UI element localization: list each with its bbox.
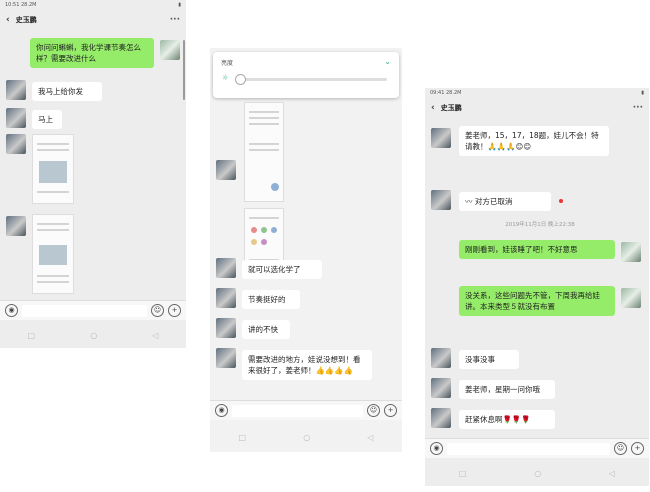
brightness-panel: 亮度 ⌄ ☼ [213,52,399,98]
battery-icon: ▮ [641,90,644,96]
call-cancelled-text: 〰 对方已取消 [465,197,513,206]
message-received[interactable]: 赶紧休息啊🌹🌹🌹 [459,410,555,429]
menu-icon[interactable]: □ [459,469,467,478]
message-sent[interactable]: 刚刚看到，娃该睡了吧！不好意思 [459,240,615,259]
contact-avatar[interactable] [6,134,26,154]
message-input[interactable] [447,442,610,455]
emoji-icon[interactable]: ☺ [367,404,380,417]
image-message[interactable] [32,214,74,294]
contact-avatar[interactable] [6,108,26,128]
plus-icon[interactable]: + [168,304,181,317]
home-icon[interactable]: ○ [534,469,541,478]
image-message[interactable] [244,102,284,202]
menu-icon[interactable]: □ [28,331,36,340]
system-nav-bar: □ ○ ◁ [210,426,402,448]
brightness-slider[interactable] [238,78,387,81]
contact-avatar[interactable] [216,258,236,278]
image-message[interactable] [32,134,74,204]
message-received[interactable]: 节奏挺好的 [242,290,300,309]
message-input[interactable] [232,404,363,417]
chat-screen-right: 09:41 28.2M ▮ ‹ 史玉鹏 ··· 姜老师，15，17，18题，娃儿… [425,88,649,486]
chat-screen-left: 10:51 28.2M ▮ ‹ 史玉鹏 ··· 你问问蝌蝌，我化学课节奏怎么样？… [0,0,186,348]
status-bar: 10:51 28.2M ▮ [0,0,186,10]
self-avatar[interactable] [160,40,180,60]
timestamp: 2019年11月1日 晚上22:38 [505,222,575,228]
battery-icon: ▮ [178,2,181,8]
status-bar: 09:41 28.2M ▮ [425,88,649,98]
more-options-button[interactable]: ··· [170,15,180,25]
chat-header: ‹ 史玉鹏 ··· [425,99,649,117]
contact-avatar[interactable] [431,408,451,428]
message-sent[interactable]: 你问问蝌蝌，我化学课节奏怎么样？需要改进什么 [30,38,154,68]
back-icon[interactable]: ‹ [6,15,10,25]
voice-icon[interactable]: ◉ [215,404,228,417]
emoji-icon[interactable]: ☺ [614,442,627,455]
back-nav-icon[interactable]: ◁ [152,331,158,340]
home-icon[interactable]: ○ [90,331,97,340]
back-nav-icon[interactable]: ◁ [367,433,373,442]
chevron-down-icon[interactable]: ⌄ [384,57,391,66]
contact-avatar[interactable] [431,128,451,148]
contact-avatar[interactable] [431,348,451,368]
message-received[interactable]: 姜老师，星期一问你哦 [459,380,555,399]
input-bar: ◉ ☺ + [0,300,186,320]
message-received[interactable]: 需要改进的地方，娃说没想到！看来很好了，姜老师！👍👍👍👍 [242,350,372,380]
input-bar: ◉ ☺ + [210,400,402,420]
contact-avatar[interactable] [431,190,451,210]
brightness-icon: ☼ [222,74,229,82]
emoji-icon[interactable]: ☺ [151,304,164,317]
message-received[interactable]: 马上 [32,110,62,129]
plus-icon[interactable]: + [631,442,644,455]
call-cancelled-message[interactable]: 〰 对方已取消 [459,192,551,211]
message-sent[interactable]: 没关系，这些问题先不管，下周我再给娃讲。本来类型５就没有布置 [459,286,615,316]
contact-avatar[interactable] [6,80,26,100]
plus-icon[interactable]: + [384,404,397,417]
scrollbar[interactable] [183,40,185,100]
back-icon[interactable]: ‹ [431,103,435,113]
message-received[interactable]: 就可以选化学了 [242,260,322,279]
chat-screen-middle: 亮度 ⌄ ☼ 就可以选化学了 节奏挺好的 讲的不快 需要改进的地方，娃说没想到！… [210,48,402,452]
chat-header: ‹ 史玉鹏 ··· [0,11,186,29]
back-nav-icon[interactable]: ◁ [609,469,615,478]
message-received[interactable]: 我马上给你发 [32,82,102,101]
contact-avatar[interactable] [431,378,451,398]
menu-icon[interactable]: □ [239,433,247,442]
brightness-label: 亮度 [221,60,234,67]
contact-avatar[interactable] [216,348,236,368]
message-received[interactable]: 姜老师，15，17，18题，娃儿不会！特请教！🙏🙏🙏😊😊 [459,126,609,156]
brightness-slider-knob[interactable] [235,74,246,85]
home-icon[interactable]: ○ [303,433,310,442]
status-time: 09:41 28.2M [430,90,462,96]
more-options-button[interactable]: ··· [633,103,643,113]
contact-name: 史玉鹏 [15,16,37,24]
contact-avatar[interactable] [216,160,236,180]
contact-avatar[interactable] [216,288,236,308]
status-time: 10:51 28.2M [5,2,37,8]
unread-dot [559,199,563,203]
contact-avatar[interactable] [216,318,236,338]
self-avatar[interactable] [621,288,641,308]
voice-icon[interactable]: ◉ [430,442,443,455]
message-input[interactable] [22,304,147,317]
self-avatar[interactable] [621,242,641,262]
system-nav-bar: □ ○ ◁ [0,324,186,346]
input-bar: ◉ ☺ + [425,438,649,458]
message-received[interactable]: 讲的不快 [242,320,290,339]
voice-icon[interactable]: ◉ [5,304,18,317]
contact-avatar[interactable] [6,216,26,236]
message-received[interactable]: 没事没事 [459,350,519,369]
contact-name: 史玉鹏 [440,104,462,112]
system-nav-bar: □ ○ ◁ [425,462,649,484]
